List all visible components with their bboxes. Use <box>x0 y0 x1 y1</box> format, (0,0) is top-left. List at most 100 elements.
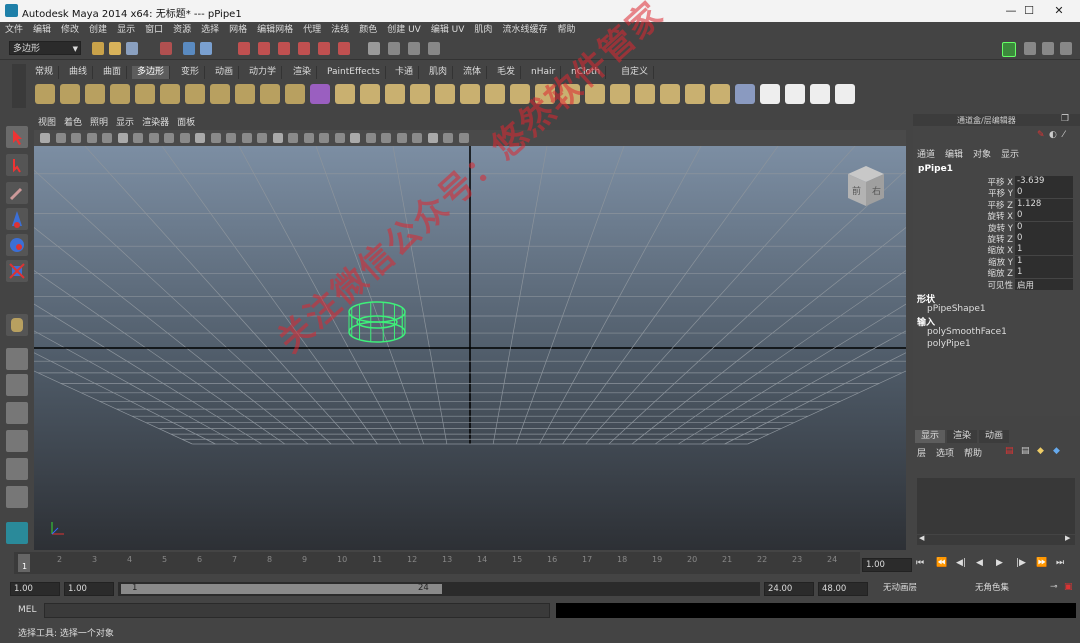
gate-mask-icon[interactable] <box>179 133 190 143</box>
isolate-select-icon[interactable] <box>412 133 422 143</box>
menu-4[interactable]: 显示 <box>112 22 140 38</box>
layout-four-icon[interactable] <box>6 374 28 396</box>
safe-action-icon[interactable] <box>210 133 221 143</box>
menu-14[interactable]: 编辑 UV <box>426 22 470 38</box>
select-camera-icon[interactable] <box>40 133 50 143</box>
channel-value[interactable]: 0 <box>1015 210 1073 222</box>
checker-render-icon[interactable] <box>835 84 855 104</box>
pyramid-icon[interactable] <box>210 84 230 104</box>
ipr-render-icon[interactable] <box>408 42 420 55</box>
2d-pan-icon[interactable] <box>102 133 112 143</box>
layer-tab[interactable]: 显示 <box>915 430 946 443</box>
checker-icon[interactable] <box>760 84 780 104</box>
helix-icon[interactable] <box>260 84 280 104</box>
cone-icon[interactable] <box>110 84 130 104</box>
cylinder-icon[interactable] <box>85 84 105 104</box>
camera-attr-icon[interactable] <box>55 133 66 143</box>
layer-tab[interactable]: 动画 <box>979 430 1010 443</box>
field-chart-icon[interactable] <box>195 133 205 143</box>
input-node[interactable]: polyPipe1 <box>927 339 971 349</box>
go-to-start-icon[interactable]: ⏮ <box>916 558 924 568</box>
channel-row[interactable]: 缩放 Z1 <box>913 267 1073 279</box>
scroll-left-icon[interactable]: ◀ <box>919 534 924 542</box>
menu-17[interactable]: 帮助 <box>552 22 580 38</box>
use-all-lights-icon[interactable] <box>319 133 329 143</box>
image-plane-icon[interactable] <box>86 133 97 143</box>
menu-16[interactable]: 流水线缓存 <box>497 22 552 38</box>
pin-icon[interactable]: ⁄ <box>1063 130 1065 140</box>
extract-icon[interactable] <box>385 84 405 104</box>
channel-box-icon[interactable] <box>1060 42 1072 55</box>
playback-end-field[interactable]: 24.00 <box>764 582 814 596</box>
menu-set-selector[interactable]: 多边形 ▼ <box>9 41 81 55</box>
layout-outliner-icon[interactable] <box>6 402 28 424</box>
snap-curve-icon[interactable] <box>258 42 270 55</box>
shelf-menu-handle[interactable] <box>12 64 26 108</box>
last-tool-icon[interactable] <box>6 314 28 336</box>
channel-row[interactable]: 旋转 Z0 <box>913 233 1073 245</box>
paint-select-tool-icon[interactable] <box>6 182 28 204</box>
plane-icon[interactable] <box>135 84 155 104</box>
cut-icon[interactable] <box>660 84 680 104</box>
xray-joints-icon[interactable] <box>443 133 453 143</box>
channel-row[interactable]: 平移 Z 1.128 <box>913 198 1073 211</box>
smooth-shade-icon[interactable] <box>257 133 267 143</box>
cube-icon[interactable] <box>60 84 80 104</box>
channel-menu-item[interactable]: 对象 <box>973 150 991 160</box>
viewport-menu-item[interactable]: 渲染器 <box>138 116 173 130</box>
viewport-menu-item[interactable]: 视图 <box>34 116 60 130</box>
render-current-icon[interactable] <box>388 42 400 55</box>
move-tool-icon[interactable] <box>6 208 28 230</box>
render-settings-icon[interactable] <box>428 42 440 55</box>
snap-grid-icon[interactable] <box>238 42 250 55</box>
new-scene-icon[interactable] <box>92 42 104 55</box>
grease-pencil-icon[interactable] <box>117 133 128 143</box>
new-layer-icon[interactable]: ▤ <box>1005 446 1014 456</box>
viewcube[interactable]: 前 右 <box>840 160 892 212</box>
shelf-tab[interactable]: 渲染 <box>288 66 318 79</box>
shelf-tab[interactable]: 毛发 <box>492 66 522 79</box>
playback-start-field[interactable]: 1.00 <box>64 582 114 596</box>
menu-1[interactable]: 编辑 <box>28 22 56 38</box>
pipe-object[interactable] <box>348 301 406 343</box>
layout-single-icon[interactable] <box>6 348 28 370</box>
go-to-end-icon[interactable]: ⏭ <box>1056 558 1064 568</box>
shelf-tab[interactable]: 常规 <box>30 66 60 79</box>
shelf-tab[interactable]: 变形 <box>176 66 206 79</box>
viewport-menu-item[interactable]: 显示 <box>112 116 138 130</box>
shelf-tab[interactable]: 曲面 <box>98 66 128 79</box>
pipe-icon[interactable] <box>235 84 255 104</box>
channel-value[interactable]: 启用 <box>1015 278 1073 291</box>
channel-menu-item[interactable]: 编辑 <box>945 150 963 160</box>
render-view-icon[interactable] <box>368 42 380 55</box>
shelf-tab[interactable]: 卡通 <box>390 66 420 79</box>
menu-15[interactable]: 肌肉 <box>469 22 497 38</box>
step-back-key-icon[interactable]: ⏪ <box>936 558 947 568</box>
wireframe-icon[interactable] <box>241 133 252 143</box>
snap-plane-icon[interactable] <box>298 42 310 55</box>
layout-custom-icon[interactable] <box>6 486 28 508</box>
shelf-tab[interactable]: 多边形 <box>132 66 171 79</box>
select-component-icon[interactable] <box>200 42 212 55</box>
keyframe-icon[interactable]: ✎ <box>1037 130 1045 140</box>
layout-hypershade-icon[interactable] <box>6 458 28 480</box>
average-icon[interactable] <box>460 84 480 104</box>
range-slider[interactable]: 1 24 <box>118 582 760 596</box>
mudbox-icon[interactable] <box>6 522 28 544</box>
channel-row[interactable]: 旋转 X0 <box>913 210 1073 222</box>
uv-editor-icon[interactable] <box>735 84 755 104</box>
channel-menu-item[interactable]: 显示 <box>1001 150 1019 160</box>
menu-10[interactable]: 代理 <box>298 22 326 38</box>
open-scene-icon[interactable] <box>109 42 121 55</box>
menu-2[interactable]: 修改 <box>56 22 84 38</box>
history-icon[interactable] <box>338 42 350 55</box>
bevel-icon[interactable] <box>610 84 630 104</box>
layer-scrollbar[interactable]: ◀ ▶ <box>917 534 1075 545</box>
resolution-gate-icon[interactable] <box>164 133 174 143</box>
merge-icon[interactable] <box>685 84 705 104</box>
channel-row[interactable]: 旋转 Y0 <box>913 221 1073 234</box>
shelf-tab[interactable]: 动力学 <box>244 66 283 79</box>
sphere-icon[interactable] <box>35 84 55 104</box>
scale-tool-icon[interactable] <box>6 260 28 282</box>
smooth-icon[interactable] <box>410 84 430 104</box>
